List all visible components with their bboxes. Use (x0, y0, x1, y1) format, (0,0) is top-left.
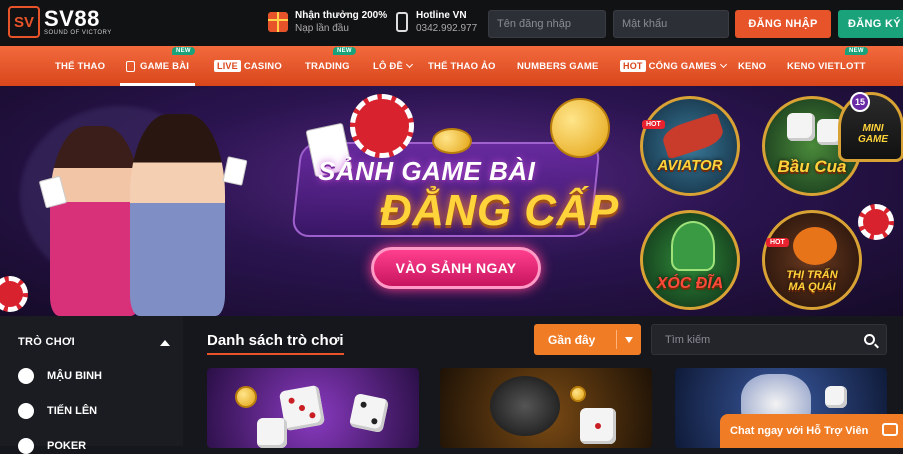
nav-item-keno-vietlott[interactable]: NEW KENO VIETLOTT (787, 46, 868, 86)
hotline[interactable]: Hotline VN 0342.992.977 (396, 9, 477, 35)
chevron-down-icon (719, 60, 727, 69)
new-badge: NEW (845, 47, 868, 55)
nav-item-the-thao-ao[interactable]: THỂ THAO ẢO (428, 46, 496, 86)
hot-badge: HOT (766, 238, 789, 247)
sidebar-heading[interactable]: TRÒ CHƠI (18, 336, 75, 348)
nav-item-game-bai[interactable]: NEW GAME BÀI (119, 46, 196, 86)
game-xoc-dia[interactable]: XÓC ĐĨA (640, 210, 740, 310)
username-input[interactable] (488, 10, 606, 38)
brand-name: SV88 (44, 6, 100, 31)
playing-card-icon (222, 156, 248, 186)
character-left-illustration (50, 126, 140, 316)
promo-link[interactable]: Nhận thưởng 200% Nạp lần đầu (268, 9, 387, 35)
caret-down-icon (625, 337, 633, 343)
nav-item-casino[interactable]: LIVE CASINO (214, 46, 282, 86)
game-aviator[interactable]: AVIATOR (640, 96, 740, 196)
logo[interactable]: SV SV88 SOUND OF VICTORY (8, 6, 112, 38)
hero-banner[interactable]: SẢNH GAME BÀI ĐẲNG CẤP VÀO SẢNH NGAY AVI… (0, 86, 903, 316)
nav-item-lo-de[interactable]: LÔ ĐỀ (373, 46, 414, 86)
radio-icon[interactable] (18, 403, 34, 419)
search-icon[interactable] (864, 334, 875, 345)
nav-item-cong-games[interactable]: HOT CỔNG GAMES (620, 46, 727, 86)
die-icon (825, 386, 847, 408)
collapse-caret-icon[interactable] (160, 340, 170, 346)
sort-dropdown[interactable]: Gần đây (534, 324, 641, 355)
plane-icon (659, 112, 727, 160)
game-card[interactable] (440, 368, 652, 448)
pumpkin-icon (793, 227, 837, 265)
promo-subtitle: Nạp lần đầu (295, 23, 349, 34)
character-right-illustration (130, 114, 225, 316)
banner-title: SẢNH GAME BÀI (318, 156, 536, 186)
gold-coin-icon (550, 98, 610, 158)
sidebar-item-tien-len[interactable]: TIẾN LÊN (18, 403, 97, 419)
sidebar-item-poker[interactable]: POKER (18, 438, 86, 454)
top-bar: SV SV88 SOUND OF VICTORY Nhận thưởng 200… (0, 0, 903, 46)
die-icon (348, 392, 390, 434)
brand-tagline: SOUND OF VICTORY (44, 30, 112, 36)
hotline-number: 0342.992.977 (416, 23, 478, 34)
sidebar: TRÒ CHƠI MẬU BINH TIẾN LÊN POKER (0, 316, 183, 454)
phone-icon (396, 12, 408, 32)
game-card[interactable] (207, 368, 419, 448)
game-thi-tran-ma-quai[interactable]: THỊ TRẤN MA QUÁI (762, 210, 862, 310)
nav-item-trading[interactable]: NEW TRADING (305, 46, 356, 86)
nav-item-the-thao[interactable]: THỂ THAO (55, 46, 105, 86)
gold-coin-icon (235, 386, 257, 408)
gift-icon (268, 12, 288, 32)
cards-icon (126, 60, 135, 72)
poker-chip-icon (0, 276, 28, 312)
hot-badge: HOT (642, 120, 665, 129)
game-mini-game[interactable]: MINI GAME (838, 92, 903, 162)
chat-icon (882, 423, 898, 436)
new-badge: NEW (333, 47, 356, 55)
login-button[interactable]: ĐĂNG NHẬP (735, 10, 831, 38)
game-list-title: Danh sách trò chơi (207, 332, 344, 355)
live-tag: LIVE (214, 60, 241, 72)
banner-subtitle: ĐẲNG CẤP (380, 186, 619, 235)
die-icon (787, 113, 815, 141)
gold-coin-icon (570, 386, 586, 402)
logo-icon: SV (8, 6, 40, 38)
hot-tag: HOT (620, 60, 646, 72)
bowl-icon (671, 221, 715, 271)
shaker-icon (490, 376, 560, 436)
sidebar-item-mau-binh[interactable]: MẬU BINH (18, 368, 102, 384)
radio-icon[interactable] (18, 368, 34, 384)
password-input[interactable] (613, 10, 729, 38)
die-icon (580, 408, 616, 444)
poker-chip-icon (350, 94, 414, 158)
new-badge: NEW (172, 47, 195, 55)
poker-chip-icon (858, 204, 894, 240)
search-box[interactable]: Tìm kiếm (651, 324, 887, 355)
nav-item-keno[interactable]: KENO (738, 46, 766, 86)
search-input[interactable]: Tìm kiếm (665, 334, 710, 346)
main-nav: THỂ THAO NEW GAME BÀI LIVE CASINO NEW TR… (0, 46, 903, 86)
enter-lobby-button[interactable]: VÀO SẢNH NGAY (371, 247, 541, 289)
radio-icon[interactable] (18, 438, 34, 454)
hotline-label: Hotline VN (416, 10, 467, 21)
die-icon (257, 418, 287, 448)
gold-coin-icon (432, 128, 472, 154)
promo-title: Nhận thưởng 200% (295, 10, 388, 21)
chevron-down-icon (405, 60, 414, 69)
register-button[interactable]: ĐĂNG KÝ (838, 10, 903, 38)
nav-item-numbers-game[interactable]: NUMBERS GAME (517, 46, 599, 86)
mini-game-count: 15 (850, 92, 870, 112)
support-chat-button[interactable]: Chat ngay với Hỗ Trợ Viên (720, 414, 903, 448)
